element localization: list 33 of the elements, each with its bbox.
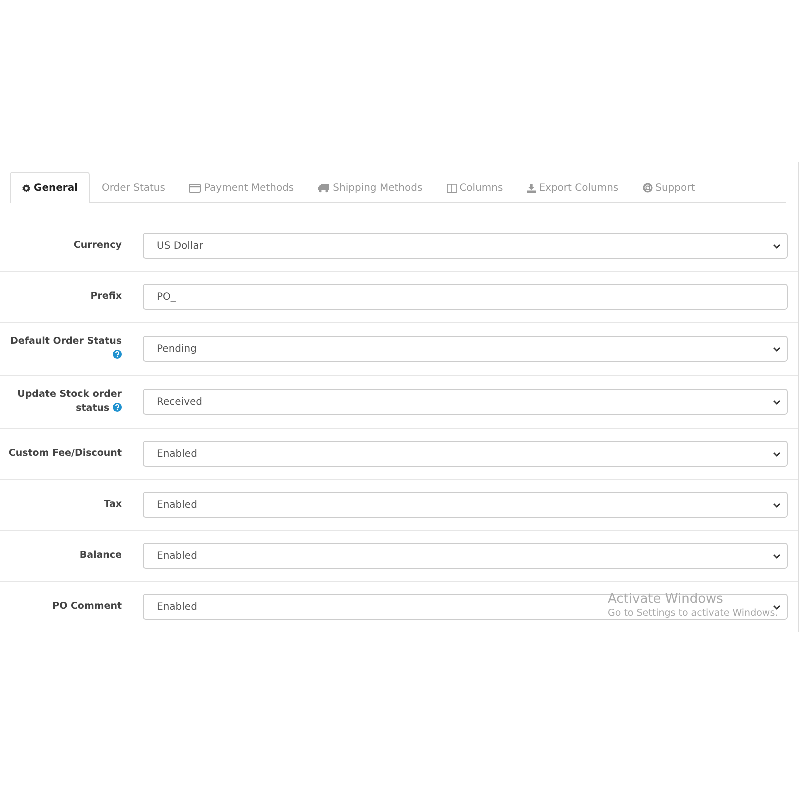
activation-title: Activate Windows bbox=[608, 592, 724, 607]
download-icon bbox=[527, 184, 536, 192]
select-field[interactable]: US Dollar bbox=[143, 233, 788, 259]
field-label: Update Stock order status bbox=[16, 388, 122, 416]
truck-icon bbox=[318, 184, 330, 192]
select-field[interactable]: Enabled bbox=[143, 441, 788, 467]
chevron-down-icon bbox=[773, 604, 781, 610]
field-label: Tax bbox=[104, 498, 122, 512]
columns-icon bbox=[446, 184, 457, 192]
activation-message: Go to Settings to activate Windows. bbox=[608, 608, 778, 619]
field-label: Currency bbox=[74, 239, 122, 253]
field-label: Prefix bbox=[90, 290, 122, 304]
field-label: PO Comment bbox=[52, 600, 122, 614]
select-field[interactable]: Received bbox=[143, 389, 788, 415]
chevron-down-icon bbox=[773, 400, 781, 404]
select-field[interactable]: Enabled bbox=[143, 492, 788, 518]
chevron-down-icon bbox=[773, 554, 781, 558]
field-label: Default Order Status bbox=[8, 335, 122, 363]
help-icon[interactable] bbox=[113, 403, 122, 412]
field-label: Balance bbox=[80, 549, 122, 563]
select-field[interactable]: Enabled bbox=[143, 543, 788, 569]
gear-icon bbox=[22, 184, 31, 192]
chevron-down-icon bbox=[773, 502, 781, 508]
credit-card-icon bbox=[189, 184, 202, 192]
input-field[interactable]: PO_ bbox=[143, 284, 788, 310]
life-ring-icon bbox=[642, 183, 653, 193]
select-field[interactable]: Pending bbox=[143, 336, 788, 362]
field-label: Custom Fee/Discount bbox=[8, 447, 122, 461]
tab[interactable]: General bbox=[10, 172, 90, 203]
chevron-down-icon bbox=[773, 244, 781, 248]
help-icon[interactable] bbox=[113, 350, 122, 359]
chevron-down-icon bbox=[773, 346, 781, 352]
chevron-down-icon bbox=[773, 452, 781, 456]
